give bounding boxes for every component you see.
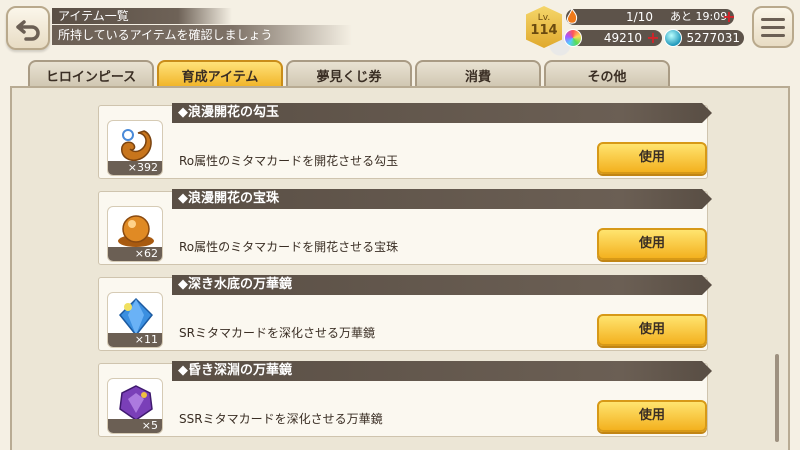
use-button[interactable]: 使用 bbox=[597, 142, 707, 174]
menu-line bbox=[761, 25, 785, 29]
blue-crystal-icon bbox=[118, 297, 154, 337]
currency-2-value: 5277031 bbox=[686, 31, 740, 45]
item-list-panel: ×392 Ro属性のミタマカードを開花させる勾玉 使用 ◆浪漫開花の勾玉 ×62… bbox=[10, 86, 790, 450]
scrollbar[interactable] bbox=[775, 92, 779, 444]
list-item: ×392 Ro属性のミタマカードを開花させる勾玉 使用 ◆浪漫開花の勾玉 bbox=[98, 97, 718, 181]
level-badge: Lv. 114 bbox=[526, 6, 562, 48]
item-quantity: ×11 bbox=[108, 333, 162, 347]
use-button[interactable]: 使用 bbox=[597, 314, 707, 346]
list-item: ×11 SRミタマカードを深化させる万華鏡 使用 ◆深き水底の万華鏡 bbox=[98, 269, 718, 353]
tab-other[interactable]: その他 bbox=[544, 60, 670, 88]
item-quantity: ×62 bbox=[108, 247, 162, 261]
item-name: ◆深き水底の万華鏡 bbox=[172, 275, 712, 295]
magatama-icon bbox=[121, 129, 152, 161]
item-thumbnail[interactable]: ×392 bbox=[107, 120, 163, 176]
level-value: 114 bbox=[530, 23, 558, 38]
flame-icon bbox=[567, 8, 578, 24]
currency-2: 5277031 bbox=[664, 29, 744, 47]
level-label: Lv. bbox=[537, 13, 551, 23]
currency-1-value: 49210 bbox=[603, 31, 642, 45]
item-list: ×392 Ro属性のミタマカードを開花させる勾玉 使用 ◆浪漫開花の勾玉 ×62… bbox=[98, 97, 718, 441]
item-name: ◆浪漫開花の宝珠 bbox=[172, 189, 712, 209]
item-name: ◆昏き深淵の万華鏡 bbox=[172, 361, 712, 381]
currency-row: 49210 + 5277031 bbox=[564, 29, 744, 47]
item-tabs: ヒロインピース 育成アイテム 夢見くじ券 消費 その他 bbox=[28, 60, 672, 88]
water-drop-icon bbox=[664, 29, 682, 47]
menu-line bbox=[761, 17, 785, 21]
title-plate: アイテム一覧 所持しているアイテムを確認しましょう bbox=[52, 8, 372, 45]
header: アイテム一覧 所持しているアイテムを確認しましょう Lv. 114 1/10 あ… bbox=[0, 0, 800, 56]
orb-icon bbox=[118, 215, 154, 247]
page-subtitle: 所持しているアイテムを確認しましょう bbox=[52, 25, 352, 45]
back-arrow-icon bbox=[16, 20, 40, 41]
item-description: SRミタマカードを深化させる万華鏡 bbox=[179, 326, 375, 340]
ap-plus-icon[interactable]: + bbox=[722, 9, 736, 25]
item-thumbnail[interactable]: ×11 bbox=[107, 292, 163, 348]
ap-timer: あと 19:09 bbox=[670, 10, 728, 23]
currency-1: 49210 + bbox=[564, 29, 662, 47]
player-status: Lv. 114 1/10 あと 19:09 + 49210 + 5277031 bbox=[526, 4, 746, 50]
use-button[interactable]: 使用 bbox=[597, 228, 707, 260]
item-description: Ro属性のミタマカードを開花させる宝珠 bbox=[179, 240, 399, 254]
rainbow-gem-icon bbox=[564, 29, 582, 47]
menu-button[interactable] bbox=[752, 6, 794, 48]
item-quantity: ×392 bbox=[108, 161, 162, 175]
tab-heroine-piece[interactable]: ヒロインピース bbox=[28, 60, 154, 88]
currency-plus-icon[interactable]: + bbox=[646, 30, 660, 46]
item-name: ◆浪漫開花の勾玉 bbox=[172, 103, 712, 123]
item-thumbnail[interactable]: ×5 bbox=[107, 378, 163, 434]
page-title: アイテム一覧 bbox=[52, 8, 232, 24]
item-thumbnail[interactable]: ×62 bbox=[107, 206, 163, 262]
ap-value: 1/10 bbox=[626, 10, 653, 24]
list-item: ×62 Ro属性のミタマカードを開花させる宝珠 使用 ◆浪漫開花の宝珠 bbox=[98, 183, 718, 267]
list-item: ×5 SSRミタマカードを深化させる万華鏡 使用 ◆昏き深淵の万華鏡 bbox=[98, 355, 718, 439]
tab-dream-lottery[interactable]: 夢見くじ券 bbox=[286, 60, 412, 88]
menu-line bbox=[761, 33, 785, 37]
item-description: SSRミタマカードを深化させる万華鏡 bbox=[179, 412, 383, 426]
item-quantity: ×5 bbox=[108, 419, 162, 433]
tab-training-items[interactable]: 育成アイテム bbox=[157, 60, 283, 88]
purple-crystal-icon bbox=[119, 385, 153, 421]
ap-bar: 1/10 あと 19:09 + bbox=[566, 8, 736, 25]
scrollbar-thumb[interactable] bbox=[775, 354, 779, 442]
use-button[interactable]: 使用 bbox=[597, 400, 707, 432]
tab-consumables[interactable]: 消費 bbox=[415, 60, 541, 88]
item-description: Ro属性のミタマカードを開花させる勾玉 bbox=[179, 154, 399, 168]
back-button[interactable] bbox=[6, 6, 50, 50]
